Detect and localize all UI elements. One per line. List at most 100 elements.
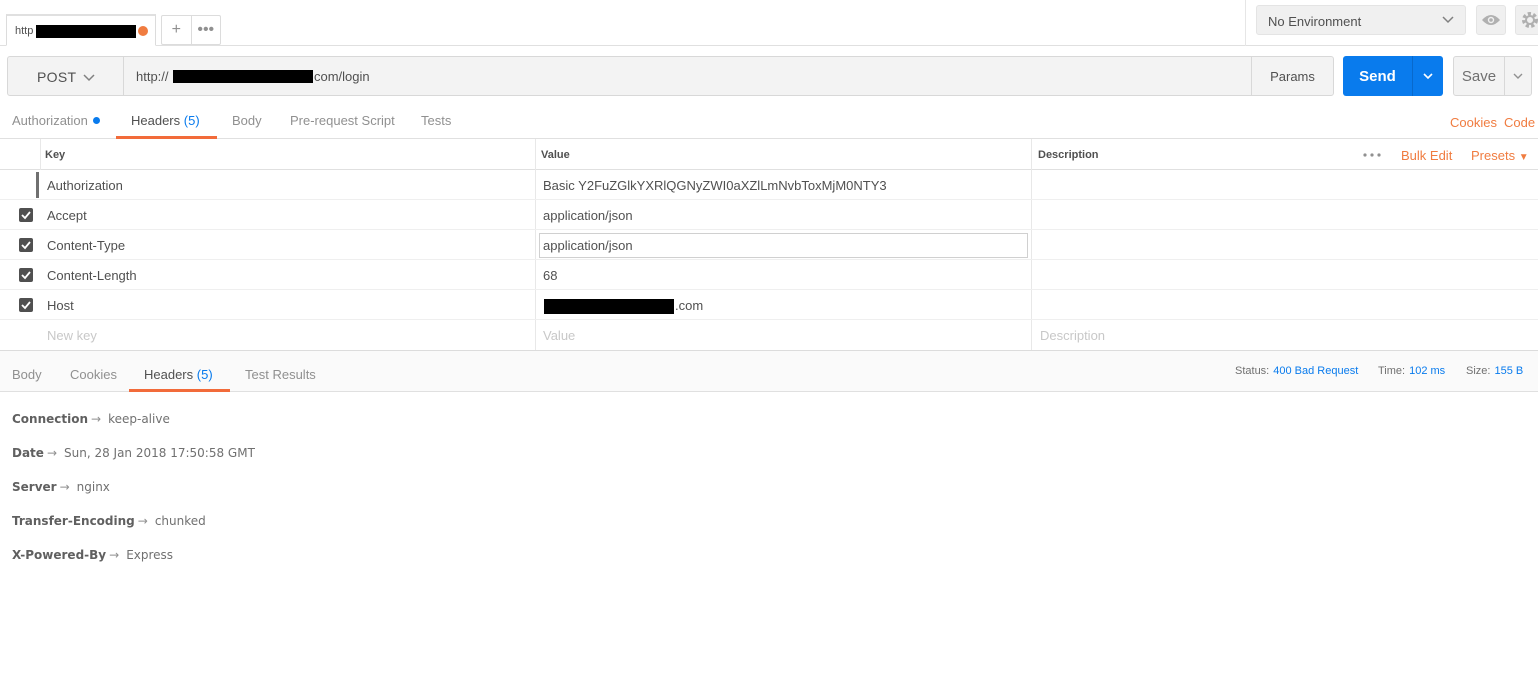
tab-actions: + •••	[161, 15, 221, 45]
eye-icon[interactable]	[1476, 5, 1506, 35]
tab-prerequest-script[interactable]: Pre-request Script	[290, 113, 395, 128]
header-key[interactable]: Content-Length	[47, 268, 137, 283]
bulk-edit-link[interactable]: Bulk Edit	[1401, 148, 1452, 163]
header-key[interactable]: Host	[47, 298, 74, 313]
row-checkbox[interactable]	[19, 268, 33, 282]
environment-area: No Environment	[1245, 0, 1538, 46]
new-value-input[interactable]: Value	[543, 328, 575, 343]
environment-select[interactable]: No Environment	[1256, 5, 1466, 35]
headers-table-head: Key Value Description Bulk Edit Presets …	[0, 139, 1538, 170]
header-value[interactable]: .com	[675, 298, 703, 313]
response-tabs: Body Cookies Headers (5) Test Results St…	[0, 350, 1538, 392]
header-key[interactable]: Content-Type	[47, 238, 125, 253]
list-item: X-Powered-By → Express	[12, 548, 173, 562]
response-header-key: Connection	[12, 412, 89, 426]
tab-response-body[interactable]: Body	[12, 367, 42, 382]
request-bar: POST http:// com/login Params	[7, 56, 1334, 96]
tab-response-headers-label: Headers	[144, 367, 194, 382]
send-button[interactable]: Send	[1343, 56, 1443, 96]
response-header-key: X-Powered-By	[12, 548, 107, 562]
url-suffix: com/login	[314, 69, 370, 84]
save-button[interactable]: Save	[1453, 56, 1532, 96]
tab-headers[interactable]: Headers (5)	[131, 113, 200, 128]
check-icon	[21, 301, 31, 310]
status-label: Status:	[1235, 365, 1270, 377]
url-prefix: http://	[136, 69, 169, 84]
tab-test-results[interactable]: Test Results	[245, 367, 316, 382]
redaction-bar	[36, 25, 136, 38]
cookies-link[interactable]: Cookies	[1450, 115, 1497, 130]
status-value: 400 Bad Request	[1273, 365, 1359, 377]
active-tab-underline	[129, 389, 230, 392]
response-header-value: chunked	[154, 514, 206, 528]
params-button[interactable]: Params	[1251, 57, 1333, 95]
redaction-bar	[173, 70, 313, 83]
column-key: Key	[45, 149, 66, 161]
gear-icon[interactable]	[1515, 5, 1538, 35]
row-checkbox[interactable]	[19, 298, 33, 312]
table-row: Accept application/json	[0, 200, 1538, 230]
list-item: Transfer-Encoding → chunked	[12, 514, 206, 528]
tab-authorization[interactable]: Authorization	[12, 113, 100, 128]
header-value: application/json	[543, 238, 633, 253]
header-key[interactable]: Accept	[47, 208, 87, 223]
url-input[interactable]: http:// com/login	[125, 57, 1251, 95]
tab-headers-count: (5)	[183, 113, 200, 128]
arrow-right-icon: →	[109, 548, 120, 562]
row-checkbox[interactable]	[19, 238, 33, 252]
request-tabs: Authorization Headers (5) Body Pre-reque…	[0, 104, 1538, 139]
new-description-input[interactable]: Description	[1040, 328, 1105, 343]
redaction-bar	[544, 299, 674, 314]
check-icon	[21, 241, 31, 250]
more-tabs-dots-icon[interactable]: •••	[192, 16, 221, 44]
list-item: Date → Sun, 28 Jan 2018 17:50:58 GMT	[12, 446, 255, 460]
header-value[interactable]: Basic Y2FuZGlkYXRlQGNyZWI0aXZlLmNvbToxMj…	[543, 178, 887, 193]
new-tab-plus-icon[interactable]: +	[162, 16, 192, 44]
arrow-right-icon: →	[91, 412, 102, 426]
status-readout: Status: 400 Bad Request	[1235, 365, 1358, 377]
chevron-down-icon	[83, 74, 95, 82]
drag-handle[interactable]	[36, 172, 39, 198]
table-row: Host .com	[0, 290, 1538, 320]
more-dots-icon[interactable]	[1363, 153, 1381, 157]
new-key-input[interactable]: New key	[47, 328, 97, 343]
tab-response-headers-count: (5)	[196, 367, 213, 382]
tab-response-cookies[interactable]: Cookies	[70, 367, 117, 382]
method-label: POST	[37, 69, 77, 85]
row-checkbox[interactable]	[19, 208, 33, 222]
arrow-right-icon: →	[46, 446, 57, 460]
tab-authorization-label: Authorization	[12, 113, 88, 128]
environment-select-label: No Environment	[1268, 14, 1362, 29]
time-label: Time:	[1378, 365, 1406, 377]
header-value[interactable]: 68	[543, 268, 557, 283]
size-label: Size:	[1466, 365, 1491, 377]
size-readout: Size: 155 B	[1466, 365, 1523, 377]
chevron-down-icon	[1423, 73, 1433, 80]
response-header-value: nginx	[76, 480, 110, 494]
response-header-value: Sun, 28 Jan 2018 17:50:58 GMT	[64, 446, 255, 460]
chevron-down-icon	[1442, 16, 1454, 24]
response-header-key: Server	[12, 480, 57, 494]
header-key[interactable]: Authorization	[47, 178, 123, 193]
save-options-button[interactable]	[1504, 57, 1531, 95]
header-value[interactable]: application/json	[543, 208, 633, 223]
header-value-input[interactable]: application/json	[539, 233, 1028, 258]
new-row: New key Value Description	[0, 320, 1538, 350]
code-link[interactable]: Code	[1504, 115, 1535, 130]
arrow-right-icon: →	[137, 514, 148, 528]
tab-body[interactable]: Body	[232, 113, 262, 128]
check-icon	[21, 271, 31, 280]
table-row: Authorization Basic Y2FuZGlkYXRlQGNyZWI0…	[0, 170, 1538, 200]
chevron-down-icon	[1513, 73, 1523, 79]
column-value: Value	[541, 149, 570, 161]
method-select[interactable]: POST	[8, 57, 124, 95]
column-divider	[40, 139, 41, 170]
presets-dropdown[interactable]: Presets ▼	[1471, 148, 1529, 163]
save-button-label: Save	[1461, 67, 1497, 85]
time-value: 102 ms	[1409, 365, 1446, 377]
request-tab[interactable]: http	[6, 14, 156, 46]
send-options-button[interactable]	[1412, 56, 1443, 96]
indicator-dot-icon	[92, 117, 100, 124]
tab-response-headers[interactable]: Headers (5)	[144, 367, 213, 382]
tab-tests[interactable]: Tests	[421, 113, 451, 128]
